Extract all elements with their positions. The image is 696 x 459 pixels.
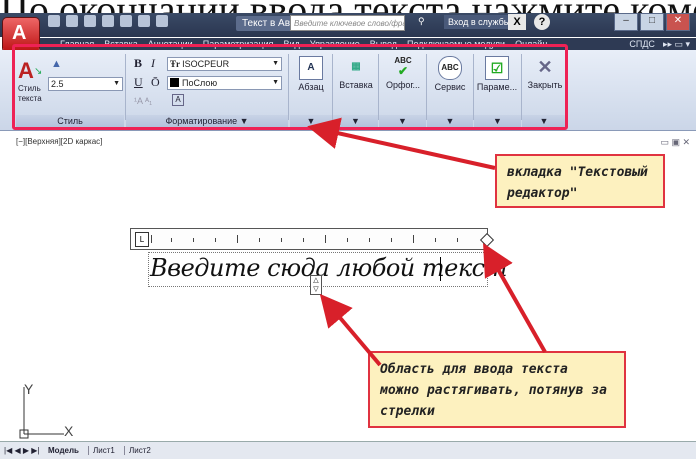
- undo-icon[interactable]: [138, 15, 150, 27]
- quick-access-toolbar: [48, 15, 168, 27]
- login-button[interactable]: Вход в службы: [444, 15, 515, 29]
- ruler-tick: [391, 238, 392, 242]
- ruler-tick: [325, 235, 326, 243]
- callout-tab: вкладка "Текстовый редактор": [495, 154, 665, 208]
- ribbon-options-icon[interactable]: ▸▸ ▭ ▾: [663, 38, 690, 50]
- ruler-tick: [281, 238, 282, 242]
- tab-sheet2[interactable]: Лист2: [124, 446, 155, 455]
- ruler-tick: [151, 235, 152, 243]
- height-handle-icon[interactable]: △ ▽: [310, 275, 322, 295]
- help-button[interactable]: ?: [534, 14, 550, 30]
- close-window-button[interactable]: ✕: [666, 13, 690, 31]
- redo-icon[interactable]: [156, 15, 168, 27]
- minimize-button[interactable]: –: [614, 13, 638, 31]
- y-axis-label: Y: [24, 381, 34, 397]
- ruler-tick: [413, 235, 414, 243]
- ruler-tick: [215, 238, 216, 242]
- exchange-button[interactable]: X: [508, 14, 526, 30]
- callout-area: Область для ввода текста можно растягива…: [368, 351, 626, 428]
- ruler-tick: [171, 238, 172, 242]
- ruler-tick: [435, 238, 436, 242]
- tab-spds[interactable]: СПДС: [629, 38, 655, 50]
- search-input[interactable]: Введите ключевое слово/фразу: [290, 15, 405, 31]
- viewport-controls[interactable]: [−][Верхняя][2D каркас]: [16, 137, 102, 146]
- layout-tabs: |◀ ◀ ▶ ▶| Модель Лист1 Лист2: [0, 441, 696, 459]
- text-ruler[interactable]: L: [130, 228, 495, 250]
- tab-model[interactable]: Модель: [48, 446, 79, 455]
- tab-stop-icon[interactable]: L: [135, 232, 149, 247]
- binoculars-icon[interactable]: ⚲: [418, 16, 425, 27]
- maximize-button[interactable]: □: [640, 13, 664, 31]
- print-icon[interactable]: [120, 15, 132, 27]
- text-caret: [440, 257, 441, 281]
- tab-navigation[interactable]: |◀ ◀ ▶ ▶|: [4, 446, 39, 455]
- window-controls: – □ ✕: [614, 13, 690, 31]
- mtext-content[interactable]: Введите сюда любой текст: [150, 254, 507, 282]
- new-icon[interactable]: [48, 15, 60, 27]
- ruler-tick: [457, 238, 458, 242]
- save-icon[interactable]: [84, 15, 96, 27]
- x-axis-label: X: [64, 423, 74, 439]
- ruler-tick: [369, 238, 370, 242]
- tab-sheet1[interactable]: Лист1: [88, 446, 119, 455]
- ruler-tick: [303, 238, 304, 242]
- autocad-logo-icon: A: [12, 22, 27, 44]
- ribbon-highlight-frame: [12, 44, 568, 130]
- ruler-tick: [237, 235, 238, 243]
- open-icon[interactable]: [66, 15, 78, 27]
- saveas-icon[interactable]: [102, 15, 114, 27]
- ruler-tick: [259, 238, 260, 242]
- viewport-window-controls[interactable]: ▭ ▣ ✕: [660, 137, 690, 148]
- ruler-tick: [193, 238, 194, 242]
- ruler-tick: [347, 238, 348, 242]
